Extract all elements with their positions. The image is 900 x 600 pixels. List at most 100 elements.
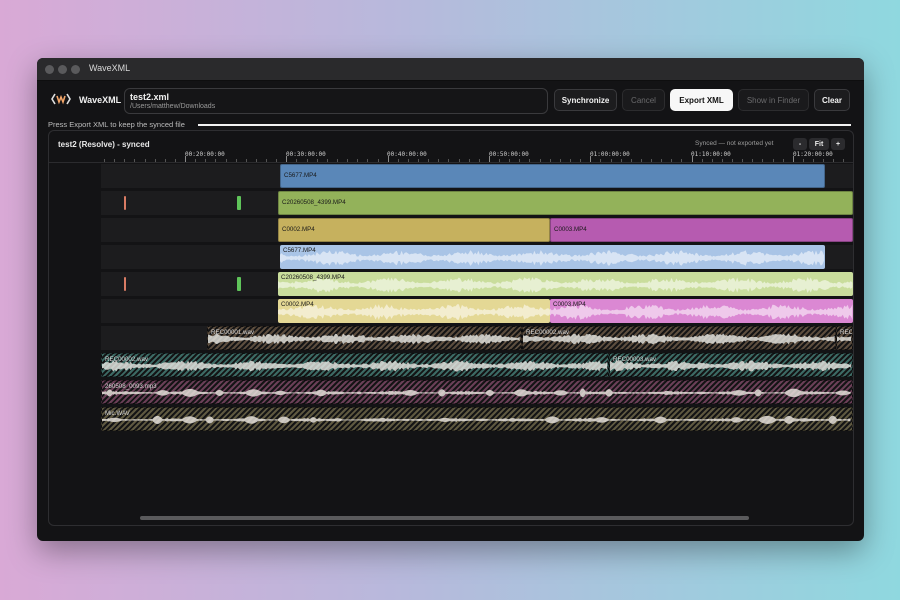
ruler-tick: [377, 159, 379, 162]
clip-label: C0002.MP4: [281, 301, 314, 308]
ruler-tick: [276, 159, 278, 162]
horizontal-scrollbar[interactable]: [140, 516, 749, 520]
timeline-clip[interactable]: C0003.MP4: [550, 299, 853, 323]
timeline-track[interactable]: C5677.MP4: [101, 164, 853, 188]
ruler-tick: [438, 159, 440, 162]
clip-label: C0003.MP4: [554, 226, 587, 233]
timeline-clip[interactable]: C20260508_4399.MP4: [278, 191, 853, 215]
export-xml-button[interactable]: Export XML: [670, 89, 733, 111]
sync-marker[interactable]: [124, 196, 126, 210]
timeline-clip[interactable]: C5677.MP4: [280, 245, 825, 269]
clip-label: REC: [840, 329, 853, 336]
clip-label: C20260508_4399.MP4: [281, 274, 345, 281]
timeline-clip[interactable]: REC00002.wav: [522, 326, 836, 350]
ruler-tick: [559, 159, 561, 162]
ruler-tick: [539, 159, 541, 162]
cancel-button[interactable]: Cancel: [622, 89, 665, 111]
timeline-clip[interactable]: C0002.MP4: [278, 299, 550, 323]
ruler-tick: [488, 156, 490, 162]
timeline-clip[interactable]: Mic.WAV: [101, 407, 853, 431]
ruler-tick: [326, 159, 328, 162]
timeline-clip[interactable]: C0003.MP4: [550, 218, 853, 242]
timeline-clip[interactable]: REC00001.wav: [207, 326, 522, 350]
waveform: [102, 415, 851, 425]
progress-fill: [198, 124, 851, 126]
timeline-track[interactable]: C0002.MP4 C0003.MP4: [101, 218, 853, 242]
clip-label: C0002.MP4: [282, 226, 315, 233]
waveform: [208, 333, 520, 345]
track-area: C5677.MP4 C20260508_4399.MP4 C0002.MP4 C000…: [101, 164, 853, 504]
ruler-tick: [833, 159, 835, 162]
timeline-clip[interactable]: REC00003.wav: [609, 353, 853, 377]
ruler-tick: [580, 159, 582, 162]
title-bar: WaveXML: [37, 58, 864, 81]
waveform: [102, 388, 852, 398]
ruler-tick: [590, 156, 592, 162]
ruler-tick: [266, 159, 267, 162]
ruler-tick: [499, 159, 500, 162]
ruler-tick: [144, 159, 146, 162]
ruler-tick: [681, 159, 683, 162]
window-title: WaveXML: [89, 63, 131, 73]
timeline-clip[interactable]: C20260508_4399.MP4: [278, 272, 853, 296]
ruler-tick: [235, 159, 237, 162]
toolbar: WaveXML test2.xml /Users/matthew/Downloa…: [37, 81, 864, 121]
sync-marker[interactable]: [124, 277, 126, 291]
ruler-tick: [478, 159, 480, 162]
app-window: WaveXML WaveXML test2.xml /Users/matthew…: [37, 58, 864, 541]
clip-label: REC00001.wav: [211, 329, 254, 336]
timecode-ruler[interactable]: 00:20:00:00 00:30:00:00 00:40:00:00 00:50:0…: [49, 148, 853, 163]
timeline-clip[interactable]: C0002.MP4: [278, 218, 550, 242]
file-name: test2.xml: [130, 92, 170, 102]
synchronize-button[interactable]: Synchronize: [554, 89, 617, 111]
ruler-label: 00:50:00:00: [489, 151, 529, 158]
ruler-label: 00:40:00:00: [387, 151, 427, 158]
timeline-track[interactable]: Mic.WAV: [101, 407, 853, 431]
timeline-track[interactable]: REC00002.wav REC00003.wav: [101, 353, 853, 377]
show-in-finder-button[interactable]: Show in Finder: [738, 89, 809, 111]
ruler-label: 01:00:00:00: [590, 151, 630, 158]
waveform: [278, 304, 550, 320]
timeline-track[interactable]: 260508_0093.mp3: [101, 380, 853, 404]
ruler-tick: [205, 159, 207, 162]
close-window-button[interactable]: [45, 65, 54, 74]
progress-bar: [198, 124, 851, 126]
ruler-tick: [164, 159, 166, 162]
timeline-track[interactable]: C20260508_4399.MP4: [101, 272, 853, 296]
timeline-track[interactable]: REC00001.wav REC00002.wav REC: [101, 326, 853, 350]
timeline-clip[interactable]: REC: [836, 326, 853, 350]
timeline-track[interactable]: C0002.MP4 C0003.MP4: [101, 299, 853, 323]
minimize-window-button[interactable]: [58, 65, 67, 74]
timeline-track[interactable]: C20260508_4399.MP4: [101, 191, 853, 215]
ruler-tick: [752, 159, 754, 162]
sync-marker[interactable]: [237, 277, 241, 291]
zoom-window-button[interactable]: [71, 65, 80, 74]
ruler-tick: [600, 159, 602, 162]
ruler-tick: [174, 159, 176, 162]
ruler-tick: [154, 159, 156, 162]
ruler-tick: [104, 159, 105, 162]
ruler-tick: [661, 159, 663, 162]
timeline-clip[interactable]: C5677.MP4: [280, 164, 825, 188]
clip-label: Mic.WAV: [105, 410, 130, 417]
sync-marker[interactable]: [237, 196, 241, 210]
ruler-tick: [134, 159, 136, 162]
ruler-tick: [407, 159, 409, 162]
timeline-track[interactable]: C5677.MP4: [101, 245, 853, 269]
ruler-tick: [732, 159, 733, 162]
clear-button[interactable]: Clear: [814, 89, 850, 111]
ruler-tick: [529, 159, 531, 162]
ruler-tick: [286, 156, 288, 162]
file-path: /Users/matthew/Downloads: [130, 103, 216, 110]
timeline-clip[interactable]: REC00002.wav: [101, 353, 609, 377]
clip-label: 260508_0093.mp3: [105, 383, 157, 390]
clip-label: REC00002.wav: [526, 329, 569, 336]
file-info-box[interactable]: test2.xml /Users/matthew/Downloads: [124, 88, 548, 114]
timeline-clip[interactable]: 260508_0093.mp3: [101, 380, 853, 404]
ruler-tick: [610, 159, 612, 162]
timeline-panel: test2 (Resolve) - synced Synced — not ex…: [48, 130, 854, 526]
waveform: [102, 360, 608, 372]
ruler-tick: [468, 159, 470, 162]
ruler-tick: [255, 159, 257, 162]
ruler-tick: [215, 159, 217, 162]
